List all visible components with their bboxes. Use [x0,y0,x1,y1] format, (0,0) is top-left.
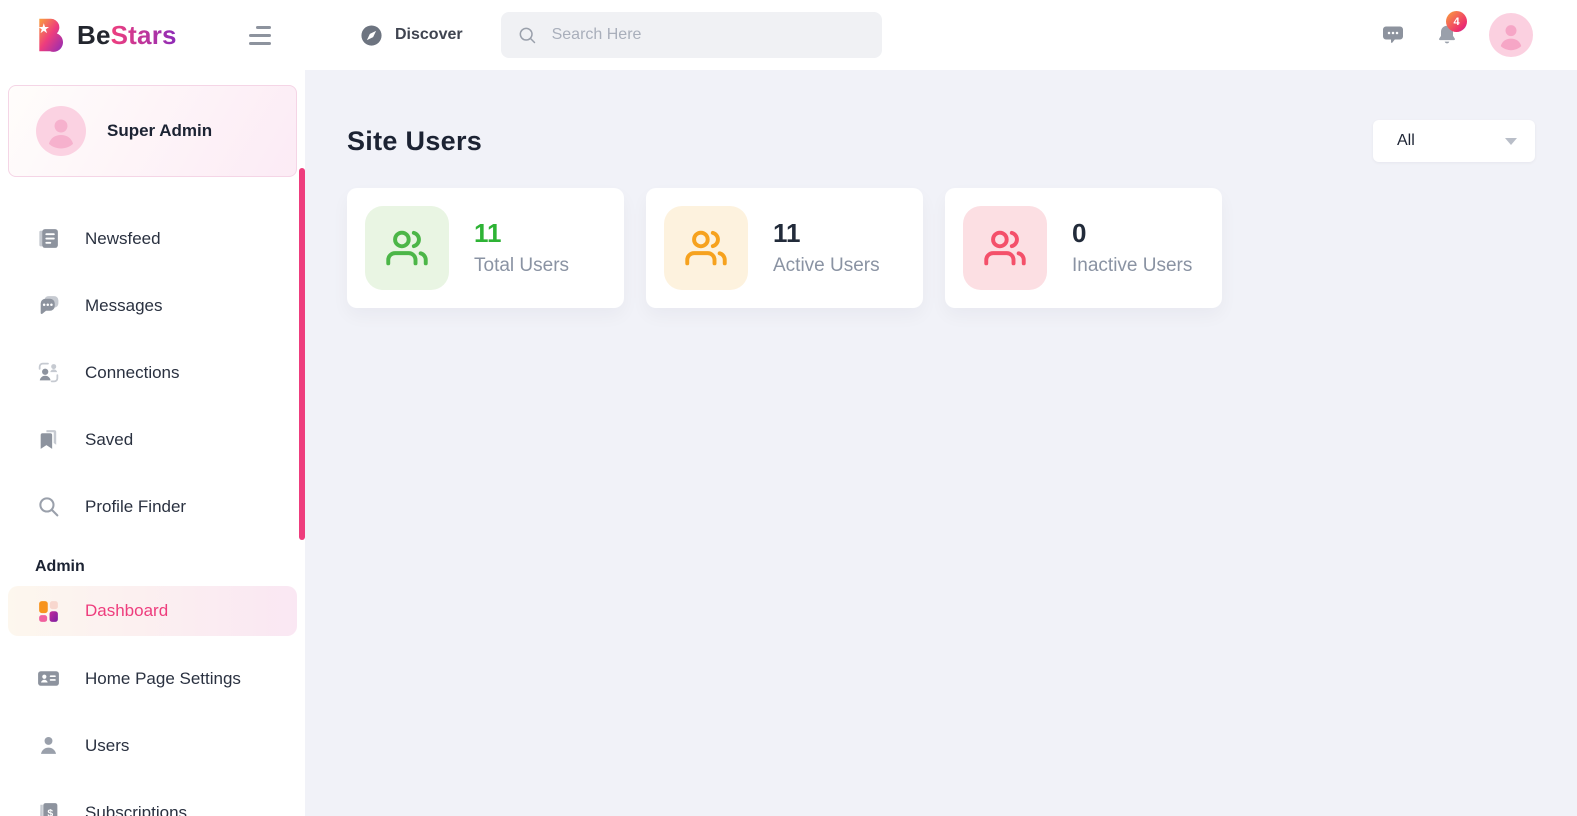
users-group-icon [386,230,428,266]
stat-label: Active Users [773,254,880,276]
stat-label: Total Users [474,254,570,276]
sidebar-item-label: Profile Finder [85,496,187,516]
discover-label: Discover [395,26,463,43]
users-icon [35,733,61,759]
inactive-users-icon-tile [963,206,1047,290]
sidebar-item-newsfeed[interactable]: Newsfeed [0,205,305,272]
dashboard-icon [35,598,61,624]
sidebar-item-label: Saved [85,429,134,449]
stat-value: 11 [773,218,801,249]
stat-cards: 11 Total Users 11 Active Users 0 Inactiv… [347,188,1535,308]
sidebar-nav: Newsfeed Messages Connections Saved Prof… [0,205,305,816]
saved-icon [35,427,61,453]
users-group-icon [685,230,727,266]
sidebar-item-label: Newsfeed [85,228,161,248]
app: ★ BeStars Super Admin Newsfeed Messages … [0,0,1577,816]
person-icon [1500,25,1522,51]
content-header: Site Users All [347,120,1535,162]
sidebar-item-label: Subscriptions [85,802,188,816]
messages-icon [35,293,61,319]
sidebar-item-label: Messages [85,295,163,315]
sidebar-item-saved[interactable]: Saved [0,406,305,473]
newsfeed-icon [35,226,61,252]
profile-card[interactable]: Super Admin [8,85,297,177]
sidebar-item-home-page-settings[interactable]: Home Page Settings [0,645,305,712]
subscriptions-icon: $ [35,800,61,816]
content: Site Users All 11 Total Users 11 Active … [305,70,1577,816]
topbar-actions: 4 [1381,11,1533,57]
stat-card-active-users: 11 Active Users [646,188,923,308]
stat-card-inactive-users: 0 Inactive Users [945,188,1222,308]
stat-value: 0 [1072,218,1087,249]
active-users-icon-tile [664,206,748,290]
profile-finder-icon [35,494,61,520]
admin-section-label: Admin [35,558,85,575]
stat-value: 11 [474,218,502,249]
search-icon [517,25,537,45]
profile-name: Super Admin [107,121,213,140]
connections-icon [35,360,61,386]
filter-value: All [1397,132,1415,149]
sidebar-item-connections[interactable]: Connections [0,339,305,406]
home-page-settings-icon [35,666,61,692]
menu-toggle-icon[interactable] [245,22,275,49]
main-area: Discover Search Here 4 Site Users All 11… [305,0,1577,816]
sidebar-item-label: Dashboard [85,601,169,620]
brand-logo[interactable]: ★ BeStars [33,17,177,53]
stat-label: Inactive Users [1072,254,1193,276]
page-title: Site Users [347,125,483,156]
stat-card-total-users: 11 Total Users [347,188,624,308]
stat-text: 11 Total Users [474,219,569,277]
brand-logo-icon: ★ [33,17,69,53]
brand-name: BeStars [77,19,177,50]
sidebar-item-label: Connections [85,362,180,382]
sidebar-item-messages[interactable]: Messages [0,272,305,339]
sidebar: ★ BeStars Super Admin Newsfeed Messages … [0,0,305,816]
users-group-icon [984,230,1026,266]
admin-nav: Dashboard Home Page Settings Users $ Sub… [0,586,305,816]
sidebar-item-users[interactable]: Users [0,712,305,779]
chat-button[interactable] [1381,23,1405,47]
total-users-icon-tile [365,206,449,290]
svg-text:$: $ [47,808,53,816]
profile-avatar [36,106,86,156]
filter-dropdown[interactable]: All [1373,120,1535,162]
topbar: Discover Search Here 4 [305,0,1577,70]
sidebar-item-label: Home Page Settings [85,668,241,688]
sidebar-scrollbar[interactable] [299,168,305,540]
discover-button[interactable]: Discover [360,24,463,47]
notifications-button[interactable]: 4 [1435,11,1467,47]
compass-icon [360,24,383,47]
sidebar-item-profile-finder[interactable]: Profile Finder [0,473,305,540]
svg-text:★: ★ [38,21,50,36]
sidebar-header: ★ BeStars [0,0,305,70]
stat-text: 0 Inactive Users [1072,219,1192,277]
stat-text: 11 Active Users [773,219,880,277]
search-box [500,12,882,58]
chat-icon [1383,26,1403,43]
notification-badge: 4 [1446,11,1467,32]
user-avatar[interactable] [1489,13,1533,57]
search-input[interactable] [551,26,866,44]
chevron-down-icon [1505,137,1517,145]
sidebar-item-label: Users [85,735,130,755]
sidebar-item-subscriptions[interactable]: $ Subscriptions [0,779,305,816]
sidebar-item-dashboard[interactable]: Dashboard [8,586,297,636]
